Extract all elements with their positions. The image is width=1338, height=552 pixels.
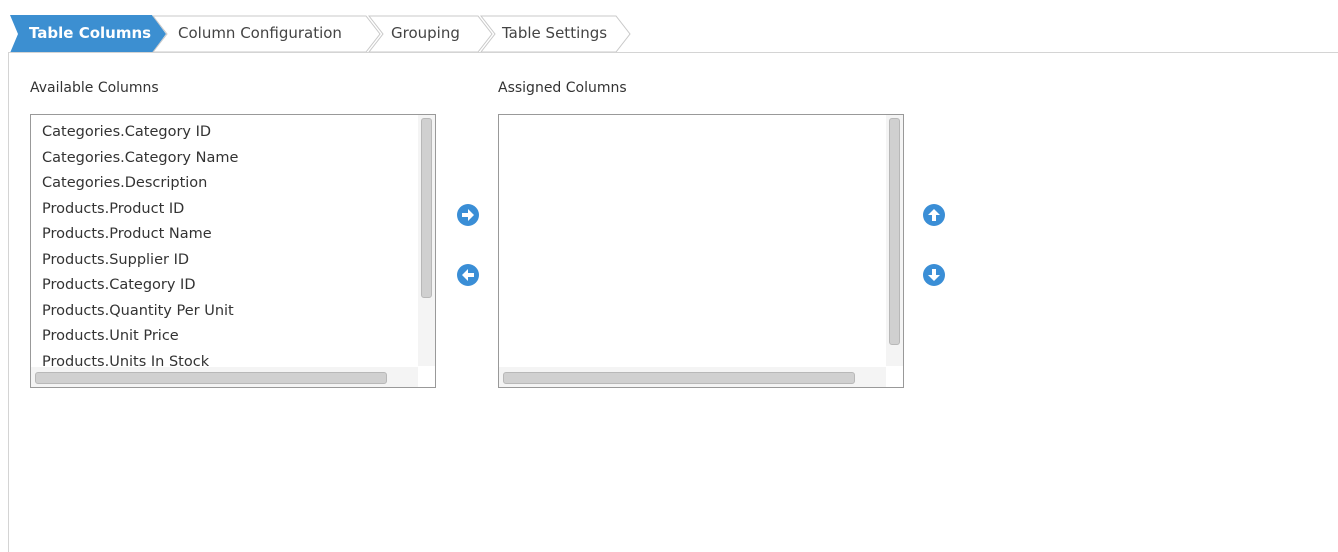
horizontal-scrollbar[interactable]: [31, 367, 418, 387]
tab-table-settings[interactable]: Table Settings: [480, 15, 634, 53]
tab-label: Column Configuration: [178, 24, 342, 42]
tab-column-configuration[interactable]: Column Configuration: [152, 15, 382, 53]
available-columns-label: Available Columns: [30, 80, 159, 96]
tab-grouping[interactable]: Grouping: [368, 15, 494, 53]
available-columns-items: Categories.Category ID Categories.Catego…: [42, 120, 238, 375]
tab-label: Table Columns: [29, 24, 152, 42]
list-item[interactable]: Products.Category ID: [42, 273, 238, 299]
table-columns-panel: Available Columns Categories.Category ID…: [8, 52, 1338, 552]
remove-column-button[interactable]: [457, 264, 479, 286]
scrollbar-thumb[interactable]: [35, 372, 387, 384]
wizard-steps: Table Columns Column Configuration Group…: [10, 15, 631, 53]
vertical-scrollbar[interactable]: [886, 115, 903, 366]
available-columns-list[interactable]: Categories.Category ID Categories.Catego…: [30, 114, 436, 388]
list-item[interactable]: Products.Unit Price: [42, 324, 238, 350]
list-item[interactable]: Categories.Description: [42, 171, 238, 197]
horizontal-scrollbar[interactable]: [499, 367, 886, 387]
scrollbar-corner: [418, 367, 435, 387]
list-item[interactable]: Products.Quantity Per Unit: [42, 299, 238, 325]
tab-label: Table Settings: [502, 24, 608, 42]
scrollbar-thumb[interactable]: [503, 372, 855, 384]
list-item[interactable]: Categories.Category Name: [42, 146, 238, 172]
list-item[interactable]: Products.Supplier ID: [42, 248, 238, 274]
list-item[interactable]: Categories.Category ID: [42, 120, 238, 146]
assigned-columns-list[interactable]: [498, 114, 904, 388]
add-column-button[interactable]: [457, 204, 479, 226]
arrow-right-circle-icon: [457, 204, 479, 226]
scrollbar-thumb[interactable]: [421, 118, 432, 298]
list-item[interactable]: Products.Product Name: [42, 222, 238, 248]
move-up-button[interactable]: [923, 204, 945, 226]
arrow-left-circle-icon: [457, 264, 479, 286]
assigned-columns-label: Assigned Columns: [498, 80, 627, 96]
arrow-up-circle-icon: [923, 204, 945, 226]
scrollbar-thumb[interactable]: [889, 118, 900, 345]
scrollbar-corner: [886, 367, 903, 387]
vertical-scrollbar[interactable]: [418, 115, 435, 366]
move-down-button[interactable]: [923, 264, 945, 286]
tab-table-columns[interactable]: Table Columns: [10, 15, 166, 53]
list-item[interactable]: Products.Product ID: [42, 197, 238, 223]
tab-label: Grouping: [391, 24, 460, 42]
arrow-down-circle-icon: [923, 264, 945, 286]
